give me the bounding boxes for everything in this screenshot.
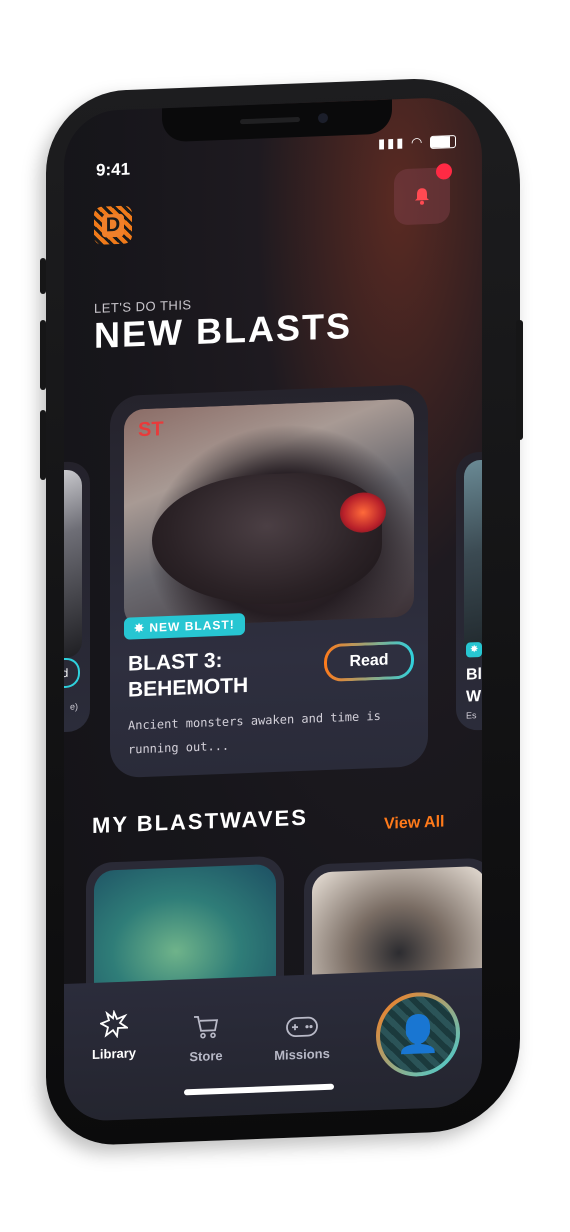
front-camera <box>318 112 328 124</box>
battery-icon <box>430 135 456 150</box>
blast-card-next[interactable]: ✸ Bl W Es <box>456 449 482 731</box>
featured-blast-image: ST <box>124 398 414 628</box>
volume-up-button <box>40 320 46 390</box>
new-blast-badge: ✸ NEW BLAST! <box>124 613 245 640</box>
status-time: 9:41 <box>96 159 131 180</box>
read-button[interactable]: Read <box>324 640 414 683</box>
blast-card-next-text: Es <box>466 710 477 721</box>
library-burst-icon <box>100 1009 128 1039</box>
blast-card-next-image <box>464 457 482 657</box>
read-button-label: Read <box>349 651 389 671</box>
speaker <box>240 116 300 125</box>
tab-library[interactable]: Library <box>86 1009 142 1062</box>
volume-down-button <box>40 410 46 480</box>
mute-switch <box>40 258 46 294</box>
signal-icon: ▮▮▮ <box>377 134 406 151</box>
blast-card-previous-text: e) <box>69 701 78 712</box>
home-indicator <box>184 1083 334 1096</box>
blast-card-previous-button-label: d <box>64 665 69 681</box>
hero-title: NEW BLASTS <box>94 304 352 356</box>
tab-store-label: Store <box>189 1047 223 1065</box>
tab-store[interactable]: Store <box>178 1011 234 1064</box>
app-screen: 9:41 ▮▮▮ ◠ D LET'S DO THIS NEW BLASTS d … <box>64 95 482 1123</box>
ninja-avatar-icon: 👤 <box>395 1012 441 1056</box>
wifi-icon: ◠ <box>411 134 425 150</box>
bell-icon <box>415 188 429 205</box>
featured-blast-description: Ancient monsters awaken and time is runn… <box>128 708 381 757</box>
app-logo[interactable]: D <box>94 205 132 245</box>
behemoth-illustration <box>152 469 382 609</box>
status-icons: ▮▮▮ ◠ <box>378 133 456 152</box>
blast-card-previous-read-button[interactable]: d <box>64 657 80 689</box>
blast-card-next-badge: ✸ <box>466 641 482 658</box>
cart-icon <box>194 1015 219 1039</box>
featured-blast-card[interactable]: ST ✸ NEW BLAST! BLAST 3: BEHEMOTH Read A… <box>110 384 428 779</box>
tab-library-label: Library <box>91 1045 137 1062</box>
tab-missions[interactable]: Missions <box>270 1014 334 1063</box>
gamepad-icon <box>286 1016 318 1038</box>
tab-missions-label: Missions <box>274 1045 330 1063</box>
blast-card-previous[interactable]: d e) <box>64 461 90 735</box>
view-all-link[interactable]: View All <box>384 813 444 833</box>
blast-card-previous-image <box>64 469 82 661</box>
logo-letter: D <box>101 213 125 238</box>
blastwaves-title: MY BLASTWAVES <box>92 804 308 838</box>
featured-blast-title: BLAST 3: BEHEMOTH <box>128 648 249 702</box>
power-button <box>516 320 523 440</box>
blast-card-next-title: Bl W <box>466 665 482 706</box>
neon-sign: ST <box>138 418 164 442</box>
